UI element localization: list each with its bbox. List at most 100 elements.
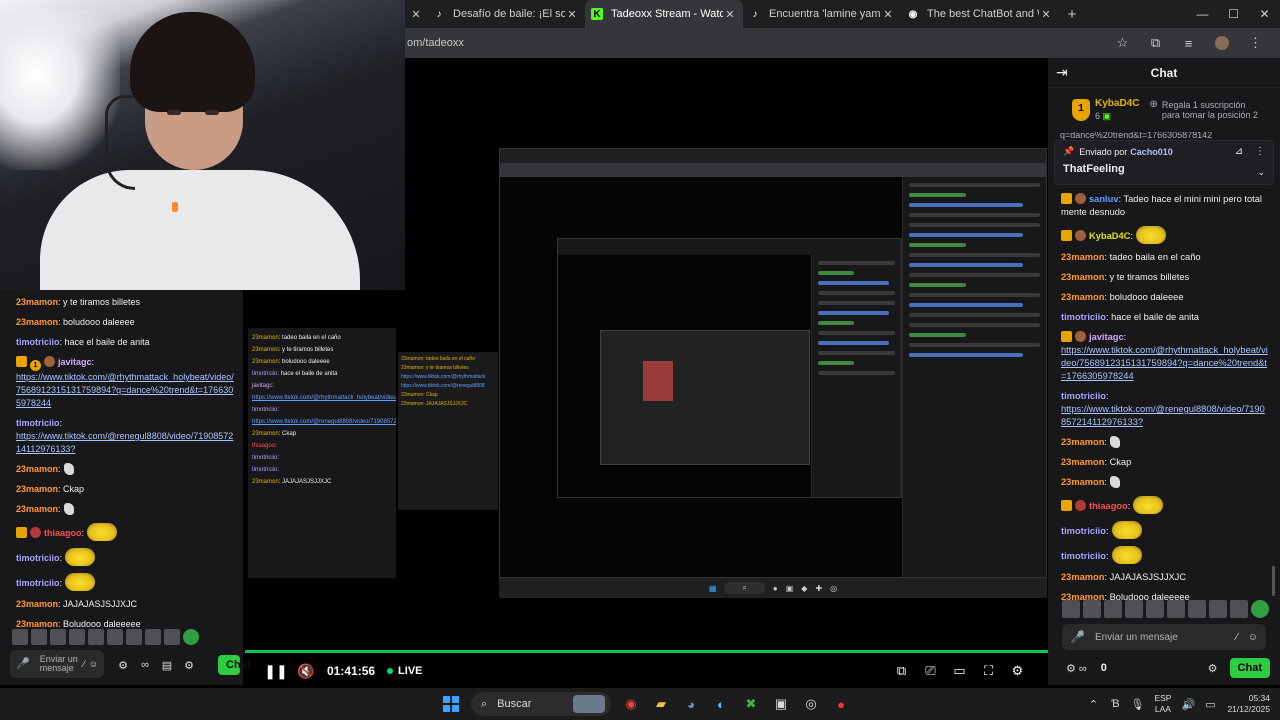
pinned-menu-icon[interactable]: ⋮ [1255, 146, 1265, 157]
discord-icon[interactable]: ◕ [677, 690, 705, 718]
chat-username[interactable]: 23mamon [16, 599, 58, 609]
chat-send-button[interactable]: Chat [1229, 658, 1270, 678]
chat-settings-icon[interactable]: ⚙ [178, 659, 200, 672]
microphone-tray-icon[interactable]: 🎙 [1126, 698, 1148, 711]
chat-username[interactable]: 23mamon [1061, 252, 1104, 262]
tab-botrix[interactable]: ◉ The best ChatBot and Widgets ✕ [901, 0, 1059, 28]
emote[interactable] [1125, 600, 1143, 618]
emote[interactable] [145, 629, 161, 645]
emote[interactable] [69, 629, 85, 645]
chat-username[interactable]: 23mamon [16, 484, 58, 494]
pinned-author[interactable]: Cacho010 [1130, 147, 1173, 157]
clip-icon[interactable]: ⎚ [916, 663, 945, 679]
chat-username[interactable]: timotriciio [1061, 391, 1106, 401]
tab-encuentra[interactable]: ♪ Encuentra 'lamine yamal baile' ✕ [743, 0, 901, 28]
chat-username[interactable]: 23mamon [1061, 292, 1104, 302]
chat-scrollbar[interactable] [1272, 566, 1275, 596]
emote[interactable] [1251, 600, 1269, 618]
chat-username[interactable]: timotriciio [1061, 526, 1106, 536]
chat-username[interactable]: 23mamon [16, 619, 58, 629]
pip-icon[interactable]: ⧉ [887, 663, 916, 679]
taskbar-search[interactable]: ⌕ Buscar [471, 692, 611, 716]
tab-tadeoxx[interactable]: K Tadeoxx Stream - Watch Live o ✕ [585, 0, 743, 28]
file-explorer-icon[interactable]: ▰ [647, 690, 675, 718]
chat-username[interactable]: 23mamon [16, 297, 58, 307]
emote[interactable] [12, 629, 28, 645]
menu-dots-icon[interactable]: ⋮ [1239, 35, 1272, 51]
chat-username[interactable]: 23mamon [16, 464, 58, 474]
chat-username[interactable]: 23mamon [1061, 437, 1104, 447]
chat-username[interactable]: timotriciio [1061, 551, 1106, 561]
chat-input-left[interactable]: 🎤 Enviar un mensaje ⁄ ☺ [10, 650, 104, 678]
emoji-icon[interactable]: ☺ [1248, 632, 1258, 643]
gift-leaderboard[interactable]: 1 KybaD4C 6 ▣ ⊕ Regala 1 suscripción par… [1048, 88, 1280, 132]
bookmark-star-icon[interactable]: ☆ [1106, 35, 1139, 51]
tray-app-icon[interactable]: Ɓ [1104, 698, 1126, 710]
close-tab-icon[interactable]: ✕ [881, 8, 895, 21]
battery-icon[interactable]: ▭ [1199, 698, 1221, 711]
points-icon[interactable]: ⚙ [112, 659, 134, 672]
chat-username[interactable]: KybaD4C [1089, 231, 1130, 241]
chrome-icon[interactable]: ◉ [617, 690, 645, 718]
emote[interactable] [1167, 600, 1185, 618]
close-tab-icon[interactable]: ✕ [565, 8, 579, 21]
fullscreen-icon[interactable]: ⛶ [974, 663, 1003, 679]
emote[interactable] [31, 629, 47, 645]
chat-username[interactable]: timotriciio [16, 418, 60, 428]
slash-command-icon[interactable]: ⁄ [83, 659, 85, 669]
media-control-icon[interactable]: ≡ [1172, 36, 1205, 51]
url-field[interactable]: om/tadeoxx [405, 37, 464, 49]
maximize-icon[interactable]: ☐ [1218, 7, 1249, 21]
chat-username[interactable]: 23mamon [1061, 572, 1104, 582]
gift-icon[interactable]: ▤ [156, 659, 178, 672]
close-tab-icon[interactable]: ✕ [723, 8, 737, 21]
chat-send-button[interactable]: Chat [218, 655, 250, 675]
volume-icon[interactable]: 🔊 [1177, 698, 1199, 711]
windows-start-icon[interactable] [437, 690, 465, 718]
chevron-up-icon[interactable]: ⌃ [1082, 698, 1104, 711]
tab-desafio[interactable]: ♪ Desafío de baile: ¡El sol brilla fu ✕ [427, 0, 585, 28]
chat-username[interactable]: timotriciio [16, 578, 60, 588]
obs-icon[interactable]: ◎ [797, 690, 825, 718]
emote[interactable] [126, 629, 142, 645]
steam-icon[interactable]: ◐ [707, 690, 735, 718]
chat-username[interactable]: thiaagoo [44, 528, 82, 538]
chat-settings-icon[interactable]: ⚙ [1208, 662, 1218, 675]
close-tab-icon[interactable]: ✕ [405, 8, 427, 21]
emote[interactable] [1188, 600, 1206, 618]
profile-avatar[interactable] [1215, 36, 1229, 50]
chat-username[interactable]: timotriciio [16, 337, 60, 347]
emote[interactable] [1230, 600, 1248, 618]
gift-prompt[interactable]: ⊕ Regala 1 suscripción para tomar la pos… [1149, 100, 1259, 121]
emoji-icon[interactable]: ☺ [89, 659, 98, 669]
minimize-icon[interactable]: — [1187, 7, 1218, 21]
chat-username[interactable]: thiaagoo [1089, 501, 1128, 511]
close-tab-icon[interactable]: ✕ [1039, 8, 1053, 21]
emote[interactable] [183, 629, 199, 645]
pinned-message[interactable]: 📌 Enviado por Cacho010 ⊿ ⋮ ThatFeeling ⌄ [1054, 140, 1274, 185]
recorder-icon[interactable]: ● [827, 690, 855, 718]
emote[interactable] [164, 629, 180, 645]
chat-username[interactable]: 23mamon [1061, 457, 1104, 467]
xbox-icon[interactable]: ✖ [737, 690, 765, 718]
store-icon[interactable]: ▣ [767, 690, 795, 718]
emote[interactable] [50, 629, 66, 645]
chat-link[interactable]: https://www.tiktok.com/@renegul8808/vide… [16, 431, 233, 454]
new-tab-icon[interactable]: + [1059, 6, 1085, 23]
points-icon[interactable]: ⚙ ∞ [1066, 662, 1087, 675]
unpin-icon[interactable]: ⊿ [1235, 146, 1243, 157]
settings-gear-icon[interactable]: ⚙ [1003, 663, 1032, 679]
chat-username[interactable]: 23mamon [16, 317, 58, 327]
chat-username[interactable]: timotriciio [1061, 312, 1106, 322]
close-window-icon[interactable]: ✕ [1249, 7, 1280, 21]
mute-icon[interactable]: 🔇 [291, 663, 321, 680]
chevron-down-icon[interactable]: ⌄ [1257, 167, 1265, 178]
chat-username[interactable]: 23mamon [1061, 477, 1104, 487]
pause-icon[interactable]: ❚❚ [261, 663, 291, 680]
chat-link[interactable]: https://www.tiktok.com/@rhythmattack_hol… [1061, 345, 1268, 381]
clock[interactable]: 05:34 21/12/2025 [1227, 693, 1270, 715]
extensions-icon[interactable]: ⧉ [1139, 35, 1172, 51]
chat-username[interactable]: 23mamon [16, 504, 58, 514]
collapse-chat-icon[interactable]: ⇥ [1056, 64, 1076, 81]
emote[interactable] [1104, 600, 1122, 618]
